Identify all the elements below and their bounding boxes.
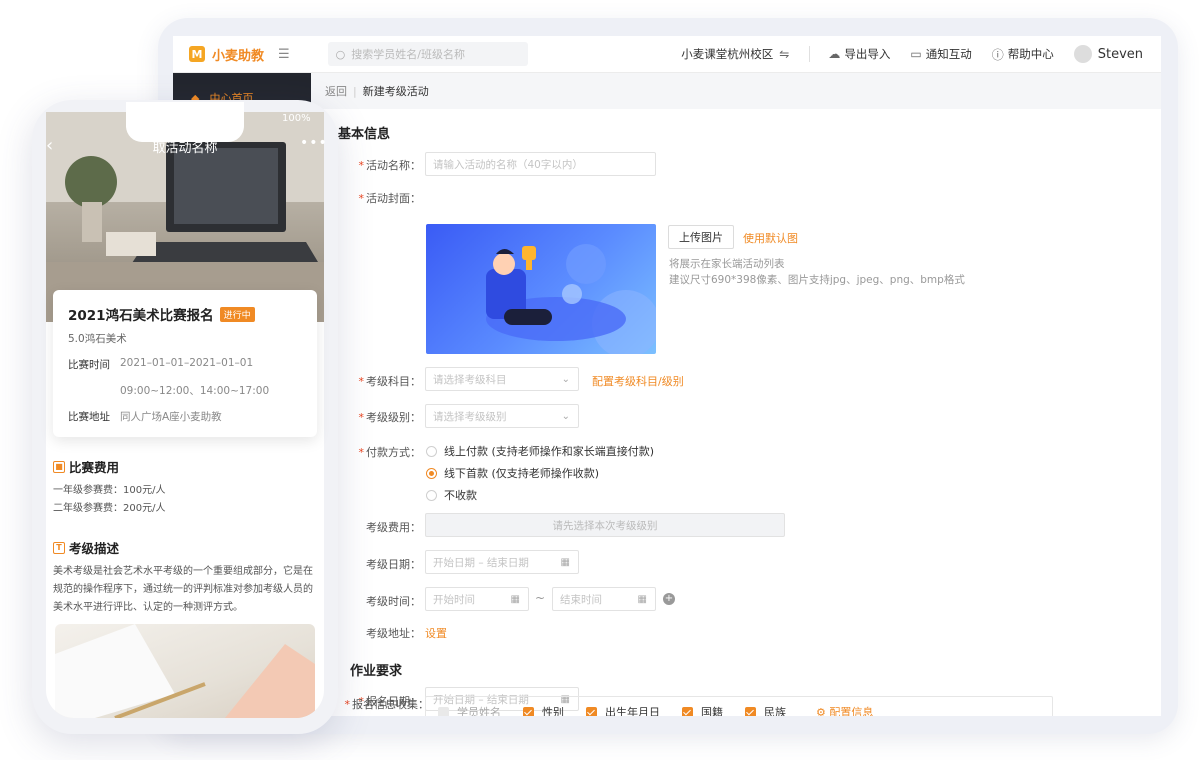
config-subject-link[interactable]: 配置考级科目/级别 bbox=[592, 373, 684, 389]
cover-hint-2: 建议尺寸690*398像素、图片支持jpg、jpeg、png、bmp格式 bbox=[669, 274, 965, 286]
search-input[interactable]: ○ 搜索学员姓名/班级名称 bbox=[327, 42, 528, 66]
subject-select[interactable]: 请选择考级科目 ⌄ bbox=[425, 367, 579, 391]
menu-collapse-icon[interactable]: ☰ bbox=[278, 47, 290, 62]
section-title-basic: 基本信息 bbox=[338, 127, 391, 142]
activity-cover-label: * 活动封面： bbox=[358, 192, 422, 205]
desc-line-3: 美术水平进行评比、认定的一种测评方式。 bbox=[53, 602, 243, 613]
cover-illustration bbox=[486, 244, 656, 354]
config-info-link[interactable]: ⚙ 配置信息 bbox=[816, 704, 873, 716]
message-icon: ▭ bbox=[910, 47, 922, 61]
fee-label: 考级费用： bbox=[366, 521, 421, 534]
export-import-label: 导出导入 bbox=[844, 47, 891, 61]
signup-collect-label: * 报名信息收集： bbox=[344, 698, 430, 711]
add-time-icon[interactable]: + bbox=[663, 593, 675, 605]
radio-button-selected[interactable] bbox=[426, 467, 437, 479]
field-checkbox[interactable]: 民族 bbox=[745, 704, 786, 716]
exam-time-end[interactable]: 结束时间 ▦ bbox=[552, 587, 656, 611]
desc-line-2: 规范的操作程序下，通过统一的评判标准对参加考级人员的 bbox=[53, 584, 313, 595]
clock-icon: ▦ bbox=[510, 593, 520, 605]
breadcrumb-separator: | bbox=[353, 84, 357, 98]
cloud-icon: ☁ bbox=[828, 47, 841, 61]
chevron-down-icon: ⌄ bbox=[561, 373, 570, 385]
level-label: * 考级级别： bbox=[358, 411, 422, 424]
event-organizer: 5.0鸿石美术 bbox=[68, 333, 127, 345]
payment-label: * 付款方式： bbox=[358, 446, 422, 459]
radio-button[interactable] bbox=[426, 489, 437, 501]
campus-switcher[interactable]: 小麦课堂杭州校区 ⇋ bbox=[681, 46, 789, 62]
activity-name-label: * 活动名称： bbox=[358, 159, 422, 172]
switch-icon: ⇋ bbox=[779, 47, 790, 61]
use-default-image-link[interactable]: 使用默认图 bbox=[743, 230, 798, 246]
status-badge: 进行中 bbox=[219, 306, 255, 322]
signup-fields-box: 学员姓名 性别 出生年月日 国籍 民族 ⚙ 配置信息 bbox=[425, 696, 1053, 716]
payment-option-online[interactable]: 线上付款 (支持老师操作和家长端直接付款) bbox=[426, 443, 654, 459]
notify-label: 通知互动 bbox=[925, 47, 972, 61]
set-address-link[interactable]: 设置 bbox=[425, 625, 447, 641]
help-button[interactable]: ⓘ 帮助中心 bbox=[992, 46, 1054, 63]
brand-logo-icon: M bbox=[189, 46, 205, 62]
exam-date-label: 考级日期： bbox=[366, 558, 421, 571]
section-title-homework: 作业要求 bbox=[350, 664, 403, 679]
exam-time-label: 考级时间： bbox=[366, 595, 421, 608]
subject-label: * 考级科目： bbox=[358, 375, 422, 388]
topbar-divider bbox=[809, 46, 811, 62]
event-address-row: 比赛地址 同人广场A座小麦助教 bbox=[68, 411, 222, 423]
topbar-actions: 小麦课堂杭州校区 ⇋ ☁ 导出导入 ▭ 通知互动 ⓘ 帮助中心 Steven bbox=[681, 45, 1161, 63]
campus-name: 小麦课堂杭州校区 bbox=[681, 47, 774, 61]
radio-button[interactable] bbox=[426, 445, 437, 457]
battery-status: 100% bbox=[282, 113, 311, 124]
event-card: 2021鸿石美术比赛报名 进行中 5.0鸿石美术 比赛时间 2021–01–01–… bbox=[53, 290, 317, 437]
phone-notch bbox=[126, 102, 244, 142]
payment-option-free[interactable]: 不收款 bbox=[426, 487, 477, 503]
time-range-separator: ~ bbox=[535, 591, 546, 605]
fee-input: 请先选择本次考级级别 bbox=[425, 513, 785, 537]
payment-option-offline[interactable]: 线下首款 (仅支持老师操作收款) bbox=[426, 465, 599, 481]
exam-address-label: 考级地址： bbox=[366, 627, 421, 640]
upload-image-button[interactable]: 上传图片 bbox=[668, 225, 734, 249]
top-navigation-bar: M 小麦助教 ☰ ○ 搜索学员姓名/班级名称 小麦课堂杭州校区 ⇋ ☁ 导出导入… bbox=[173, 36, 1161, 73]
fee-line-1: 一年级参赛费：100元/人 bbox=[53, 485, 166, 496]
activity-name-input[interactable]: 请输入活动的名称（40字以内） bbox=[425, 152, 656, 176]
phone-nav-title: 取活动名称 bbox=[152, 141, 218, 156]
field-checkbox[interactable]: 学员姓名 bbox=[438, 704, 501, 716]
help-label: 帮助中心 bbox=[1007, 47, 1054, 61]
text-icon: T bbox=[53, 541, 65, 554]
exam-date-picker[interactable]: 开始日期 – 结束日期 ▦ bbox=[425, 550, 579, 574]
search-icon: ○ bbox=[335, 47, 346, 61]
calendar-icon: ▦ bbox=[560, 556, 570, 568]
keyboard-photo bbox=[55, 624, 315, 718]
chevron-down-icon: ⌄ bbox=[561, 410, 570, 422]
search-placeholder: 搜索学员姓名/班级名称 bbox=[351, 48, 465, 61]
fee-section-title: ■ 比赛费用 bbox=[53, 457, 119, 476]
avatar[interactable] bbox=[1073, 45, 1092, 63]
desc-section-title: T 考级描述 bbox=[53, 538, 119, 557]
more-icon[interactable]: ••• bbox=[300, 135, 328, 151]
event-title: 2021鸿石美术比赛报名 进行中 bbox=[68, 304, 302, 324]
fee-line-2: 二年级参赛费：200元/人 bbox=[53, 503, 166, 514]
field-checkbox[interactable]: 国籍 bbox=[682, 704, 723, 716]
cover-hint-1: 将展示在家长端活动列表 bbox=[669, 258, 785, 270]
notify-button[interactable]: ▭ 通知互动 bbox=[910, 46, 971, 62]
level-select[interactable]: 请选择考级级别 ⌄ bbox=[425, 404, 579, 428]
event-time-row: 比赛时间 2021–01–01–2021–01–01 bbox=[68, 357, 254, 371]
desc-line-1: 美术考级是社会艺术水平考级的一个重要组成部分，它是在 bbox=[53, 566, 313, 577]
back-link[interactable]: 返回 bbox=[325, 83, 347, 99]
field-checkbox[interactable]: 出生年月日 bbox=[586, 704, 660, 716]
clock-icon: ▦ bbox=[637, 593, 647, 605]
event-time-slots: 09:00~12:00、14:00~17:00 bbox=[120, 385, 270, 397]
brand-name: 小麦助教 bbox=[212, 48, 265, 64]
username[interactable]: Steven bbox=[1098, 47, 1143, 62]
breadcrumb: 返回 | 新建考级活动 bbox=[311, 73, 1161, 109]
export-import-button[interactable]: ☁ 导出导入 bbox=[828, 46, 890, 62]
exam-time-start[interactable]: 开始时间 ▦ bbox=[425, 587, 529, 611]
help-icon: ⓘ bbox=[991, 47, 1004, 62]
breadcrumb-current: 新建考级活动 bbox=[362, 85, 429, 98]
form-content: 基本信息 * 活动名称： 请输入活动的名称（40字以内） * 活动封面： 上传图片 … bbox=[325, 109, 1151, 716]
fee-icon: ■ bbox=[53, 460, 65, 473]
cover-image bbox=[426, 224, 656, 354]
field-checkbox[interactable]: 性别 bbox=[523, 704, 564, 716]
keyboard-illustration bbox=[55, 624, 315, 718]
